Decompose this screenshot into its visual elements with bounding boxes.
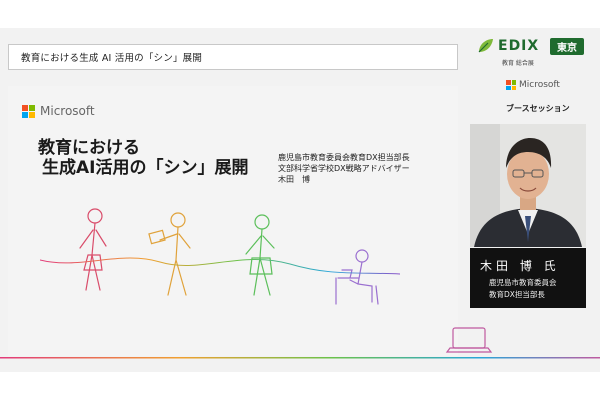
bottom-letterbox xyxy=(0,372,600,400)
presenter-line3: 木田 博 xyxy=(278,175,310,184)
top-letterbox xyxy=(0,0,600,28)
presenter-info: 鹿児島市教育委員会教育DX担当部長 文部科学省学校DX戦略アドバイザー 木田 博 xyxy=(278,152,410,185)
booth-session-label: ブースセッション xyxy=(506,104,570,113)
slide-title: 教育における 生成AI活用の「シン」展開 xyxy=(38,138,248,178)
figure-walking-3 xyxy=(245,214,275,296)
sponsor-wordmark: Microsoft xyxy=(519,80,560,90)
figure-walking-2 xyxy=(148,212,191,296)
microsoft-grid-icon xyxy=(506,80,516,90)
slide-title-line1: 教育における xyxy=(38,138,140,158)
microsoft-logo: Microsoft xyxy=(22,104,95,118)
line-art-figures-illustration xyxy=(40,208,400,305)
sponsor-microsoft-logo: Microsoft xyxy=(506,80,560,90)
laptop-icon xyxy=(445,327,493,353)
edix-subtitle: 教育 総合展 xyxy=(502,60,534,67)
microsoft-wordmark: Microsoft xyxy=(40,104,95,118)
speaker-name: 木田 博 氏 xyxy=(480,259,560,273)
speaker-photo xyxy=(470,124,586,247)
presenter-line2: 文部科学省学校DX戦略アドバイザー xyxy=(278,164,410,173)
figure-seated-4 xyxy=(335,249,379,305)
edix-logo: EDIX 東京 教育 総合展 xyxy=(476,34,586,74)
edix-tokyo-badge: 東京 xyxy=(550,38,584,55)
slide-title-line2: 生成AI活用の「シン」展開 xyxy=(42,158,249,178)
session-title-box: 教育における生成 AI 活用の「シン」展開 xyxy=(8,44,458,70)
session-title: 教育における生成 AI 活用の「シン」展開 xyxy=(21,53,203,64)
speaker-affiliation-line2: 教育DX担当部長 xyxy=(489,290,545,299)
microsoft-grid-icon xyxy=(22,104,35,118)
speaker-portrait-illustration xyxy=(470,124,586,247)
edix-wordmark: EDIX xyxy=(498,38,540,54)
presenter-line1: 鹿児島市教育委員会教育DX担当部長 xyxy=(278,153,410,162)
rainbow-rule xyxy=(0,357,600,359)
speaker-affiliation-line1: 鹿児島市教育委員会 xyxy=(489,278,557,287)
figure-walking-1 xyxy=(79,208,107,291)
speaker-name-plate: 木田 博 氏 鹿児島市教育委員会 教育DX担当部長 xyxy=(470,248,586,308)
leaf-icon xyxy=(478,39,493,53)
